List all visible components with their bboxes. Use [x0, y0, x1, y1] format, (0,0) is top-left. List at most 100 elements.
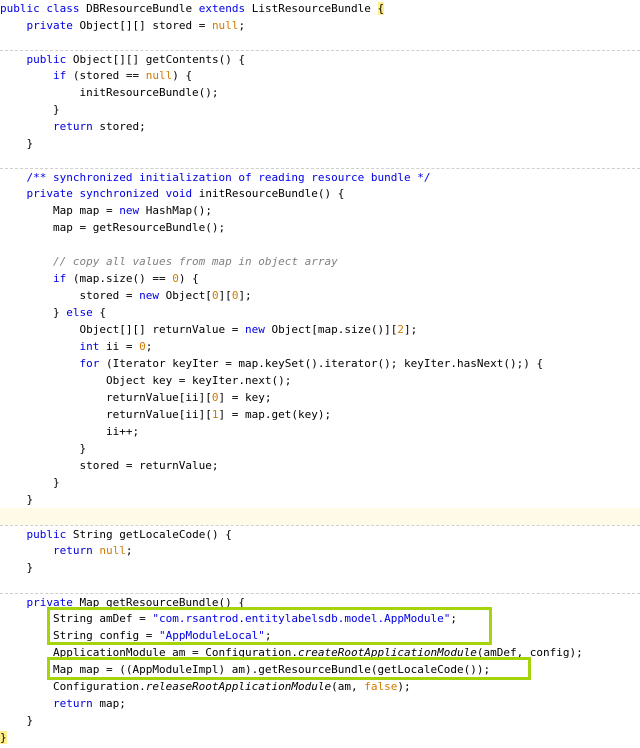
code-line: ii++; [0, 423, 640, 440]
code-line: return stored; [0, 118, 640, 135]
code-line: public String getLocaleCode() { [0, 525, 640, 542]
code-line: // copy all values from map in object ar… [0, 253, 640, 270]
code-token: Object[][] returnValue = [0, 323, 246, 336]
code-token: Map map = ((AppModuleImpl) am).getResour… [0, 663, 491, 676]
code-line: } else { [0, 304, 640, 321]
code-line: stored = returnValue; [0, 457, 640, 474]
code-line: returnValue[ii][0] = key; [0, 389, 640, 406]
code-line: return null; [0, 542, 640, 559]
code-token: false [364, 680, 398, 693]
code-token: "com.rsantrod.entitylabelsdb.model.AppMo… [152, 612, 451, 625]
code-token: createRootApplicationModule [298, 646, 477, 659]
code-token: initResourceBundle() { [192, 187, 345, 200]
code-token: /** synchronized initialization of readi… [26, 171, 431, 184]
code-token: map = getResourceBundle(); [0, 221, 226, 234]
code-token: map; [92, 697, 126, 710]
code-token: ; [125, 544, 133, 557]
code-token: HashMap(); [139, 204, 212, 217]
code-line: if (stored == null) { [0, 67, 640, 84]
code-token: Object[][] getContents() { [66, 53, 246, 66]
code-token: void [165, 187, 193, 200]
code-token: ; [145, 340, 153, 353]
code-token: return [52, 544, 93, 557]
code-token: if [52, 69, 67, 82]
code-token: } [0, 137, 34, 150]
code-token: (stored == [66, 69, 146, 82]
code-line: } [0, 559, 640, 576]
code-token: } [0, 476, 60, 489]
code-token: "AppModuleLocal" [158, 629, 265, 642]
code-token: returnValue[ii][ [0, 391, 212, 404]
code-line: initResourceBundle(); [0, 84, 640, 101]
code-line: ApplicationModule am = Configuration.cre… [0, 644, 640, 661]
code-token: ) { [172, 69, 193, 82]
code-token: ii++; [0, 425, 140, 438]
code-token: 0 [211, 289, 219, 302]
code-line: int ii = 0; [0, 338, 640, 355]
code-token: ]; [404, 323, 418, 336]
code-token: ][ [218, 289, 232, 302]
code-line [0, 508, 640, 525]
code-line: } [0, 135, 640, 152]
code-token: null [145, 69, 173, 82]
code-token: } [0, 714, 34, 727]
code-line: map = getResourceBundle(); [0, 219, 640, 236]
code-token: ] = map.get(key); [218, 408, 332, 421]
code-token: new [139, 289, 159, 302]
code-token: returnValue[ii][ [0, 408, 212, 421]
code-line: } [0, 712, 640, 729]
code-line: } [0, 474, 640, 491]
code-token: if [52, 272, 67, 285]
code-token: ; [238, 19, 246, 32]
code-token: } [0, 442, 87, 455]
code-line: private Object[][] stored = null; [0, 17, 640, 34]
code-token: private [26, 19, 73, 32]
code-token: for [79, 357, 100, 370]
code-token: (Iterator keyIter = map.keySet().iterato… [99, 357, 544, 370]
code-token: (am, [331, 680, 365, 693]
code-token: Object[ [158, 289, 212, 302]
code-token: { [92, 306, 106, 319]
code-line: Map map = new HashMap(); [0, 202, 640, 219]
code-line: String amDef = "com.rsantrod.entitylabel… [0, 610, 640, 627]
code-token: } [0, 103, 60, 116]
code-token: ; [450, 612, 457, 625]
code-line: Object key = keyIter.next(); [0, 372, 640, 389]
code-token: null [99, 544, 126, 557]
code-line: String config = "AppModuleLocal"; [0, 627, 640, 644]
code-line: } [0, 729, 640, 746]
code-line: } [0, 440, 640, 457]
code-token: // copy all values from map in object ar… [52, 255, 338, 268]
code-token: class [46, 2, 80, 15]
code-token: stored = returnValue; [0, 459, 219, 472]
code-token: 1 [211, 408, 219, 421]
code-line: Map map = ((AppModuleImpl) am).getResour… [0, 661, 640, 678]
code-token: Object[map.size()][ [264, 323, 398, 336]
code-editor[interactable]: public class DBResourceBundle extends Li… [0, 0, 640, 748]
code-line: public Object[][] getContents() { [0, 50, 640, 67]
code-token: stored = [0, 289, 140, 302]
code-token: (amDef, config); [476, 646, 583, 659]
code-token: ] = key; [218, 391, 272, 404]
code-line: } [0, 491, 640, 508]
code-token: ListResourceBundle [245, 2, 378, 15]
code-token: } [0, 493, 34, 506]
code-token: ApplicationModule am = Configuration. [0, 646, 299, 659]
code-token: DBResourceBundle [79, 2, 199, 15]
code-token: Object key = keyIter.next(); [0, 374, 292, 387]
code-token: new [119, 204, 140, 217]
code-token: String amDef = [0, 612, 153, 625]
code-line: /** synchronized initialization of readi… [0, 168, 640, 185]
